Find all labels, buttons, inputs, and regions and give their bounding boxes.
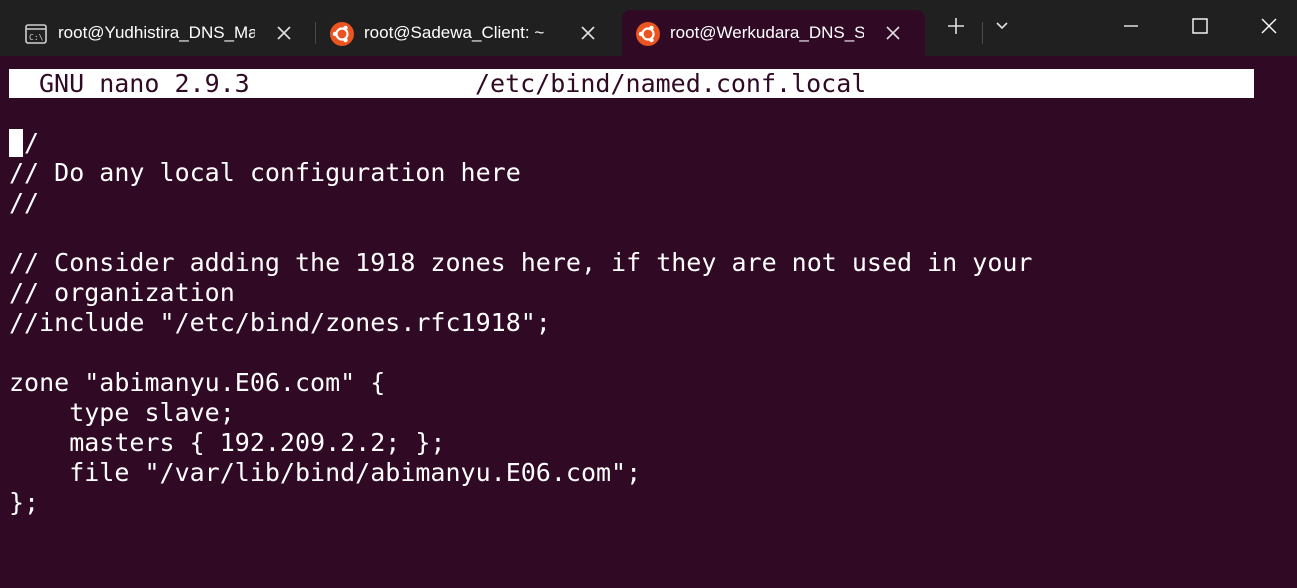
editor-line: // — [9, 188, 40, 217]
tab-dropdown-button[interactable] — [982, 0, 1022, 56]
editor-line: type slave; — [9, 398, 235, 427]
editor-line: // Consider adding the 1918 zones here, … — [9, 248, 1033, 277]
editor-line: file "/var/lib/bind/abimanyu.E06.com"; — [9, 458, 642, 487]
close-window-button[interactable] — [1246, 0, 1292, 56]
title-bar: C:\ root@Yudhistira_DNS_Master: ~ root@S… — [0, 0, 1297, 56]
editor-line: masters { 192.209.2.2; }; — [9, 428, 446, 457]
tab-yudhistira[interactable]: C:\ root@Yudhistira_DNS_Master: ~ — [10, 10, 310, 56]
editor-line: }; — [9, 488, 40, 517]
tab-label: root@Werkudara_DNS_Slave: ~ — [670, 23, 864, 42]
tab-werkudara[interactable]: root@Werkudara_DNS_Slave: ~ — [622, 10, 925, 56]
minimize-button[interactable] — [1108, 0, 1154, 56]
cmd-icon: C:\ — [24, 22, 48, 46]
new-tab-button[interactable] — [933, 0, 979, 56]
close-tab-icon[interactable] — [578, 23, 598, 43]
editor-line: // Do any local configuration here — [9, 158, 521, 187]
nano-filename: /etc/bind/named.conf.local — [475, 69, 867, 98]
close-tab-icon[interactable] — [274, 23, 294, 43]
plus-icon — [946, 16, 966, 40]
svg-text:C:\: C:\ — [29, 33, 44, 42]
text-cursor — [9, 129, 23, 157]
editor-line: zone "abimanyu.E06.com" { — [9, 368, 386, 397]
maximize-button[interactable] — [1177, 0, 1223, 56]
tab-sadewa[interactable]: root@Sadewa_Client: ~ — [316, 10, 618, 56]
tab-label: root@Sadewa_Client: ~ — [364, 23, 545, 42]
ubuntu-icon — [330, 22, 354, 46]
maximize-icon — [1191, 17, 1209, 39]
nano-version: GNU nano 2.9.3 — [39, 69, 250, 98]
editor-line: //include "/etc/bind/zones.rfc1918"; — [9, 308, 551, 337]
ubuntu-icon — [636, 22, 660, 46]
chevron-down-icon — [994, 18, 1010, 38]
minimize-icon — [1122, 17, 1140, 39]
close-icon — [1260, 17, 1278, 39]
editor-line: // organization — [9, 278, 235, 307]
tab-label: root@Yudhistira_DNS_Master: ~ — [58, 23, 255, 42]
close-tab-icon[interactable] — [883, 23, 903, 43]
terminal-area[interactable]: GNU nano 2.9.3 /etc/bind/named.conf.loca… — [0, 56, 1297, 588]
nano-header-bar: GNU nano 2.9.3 /etc/bind/named.conf.loca… — [9, 69, 1254, 98]
